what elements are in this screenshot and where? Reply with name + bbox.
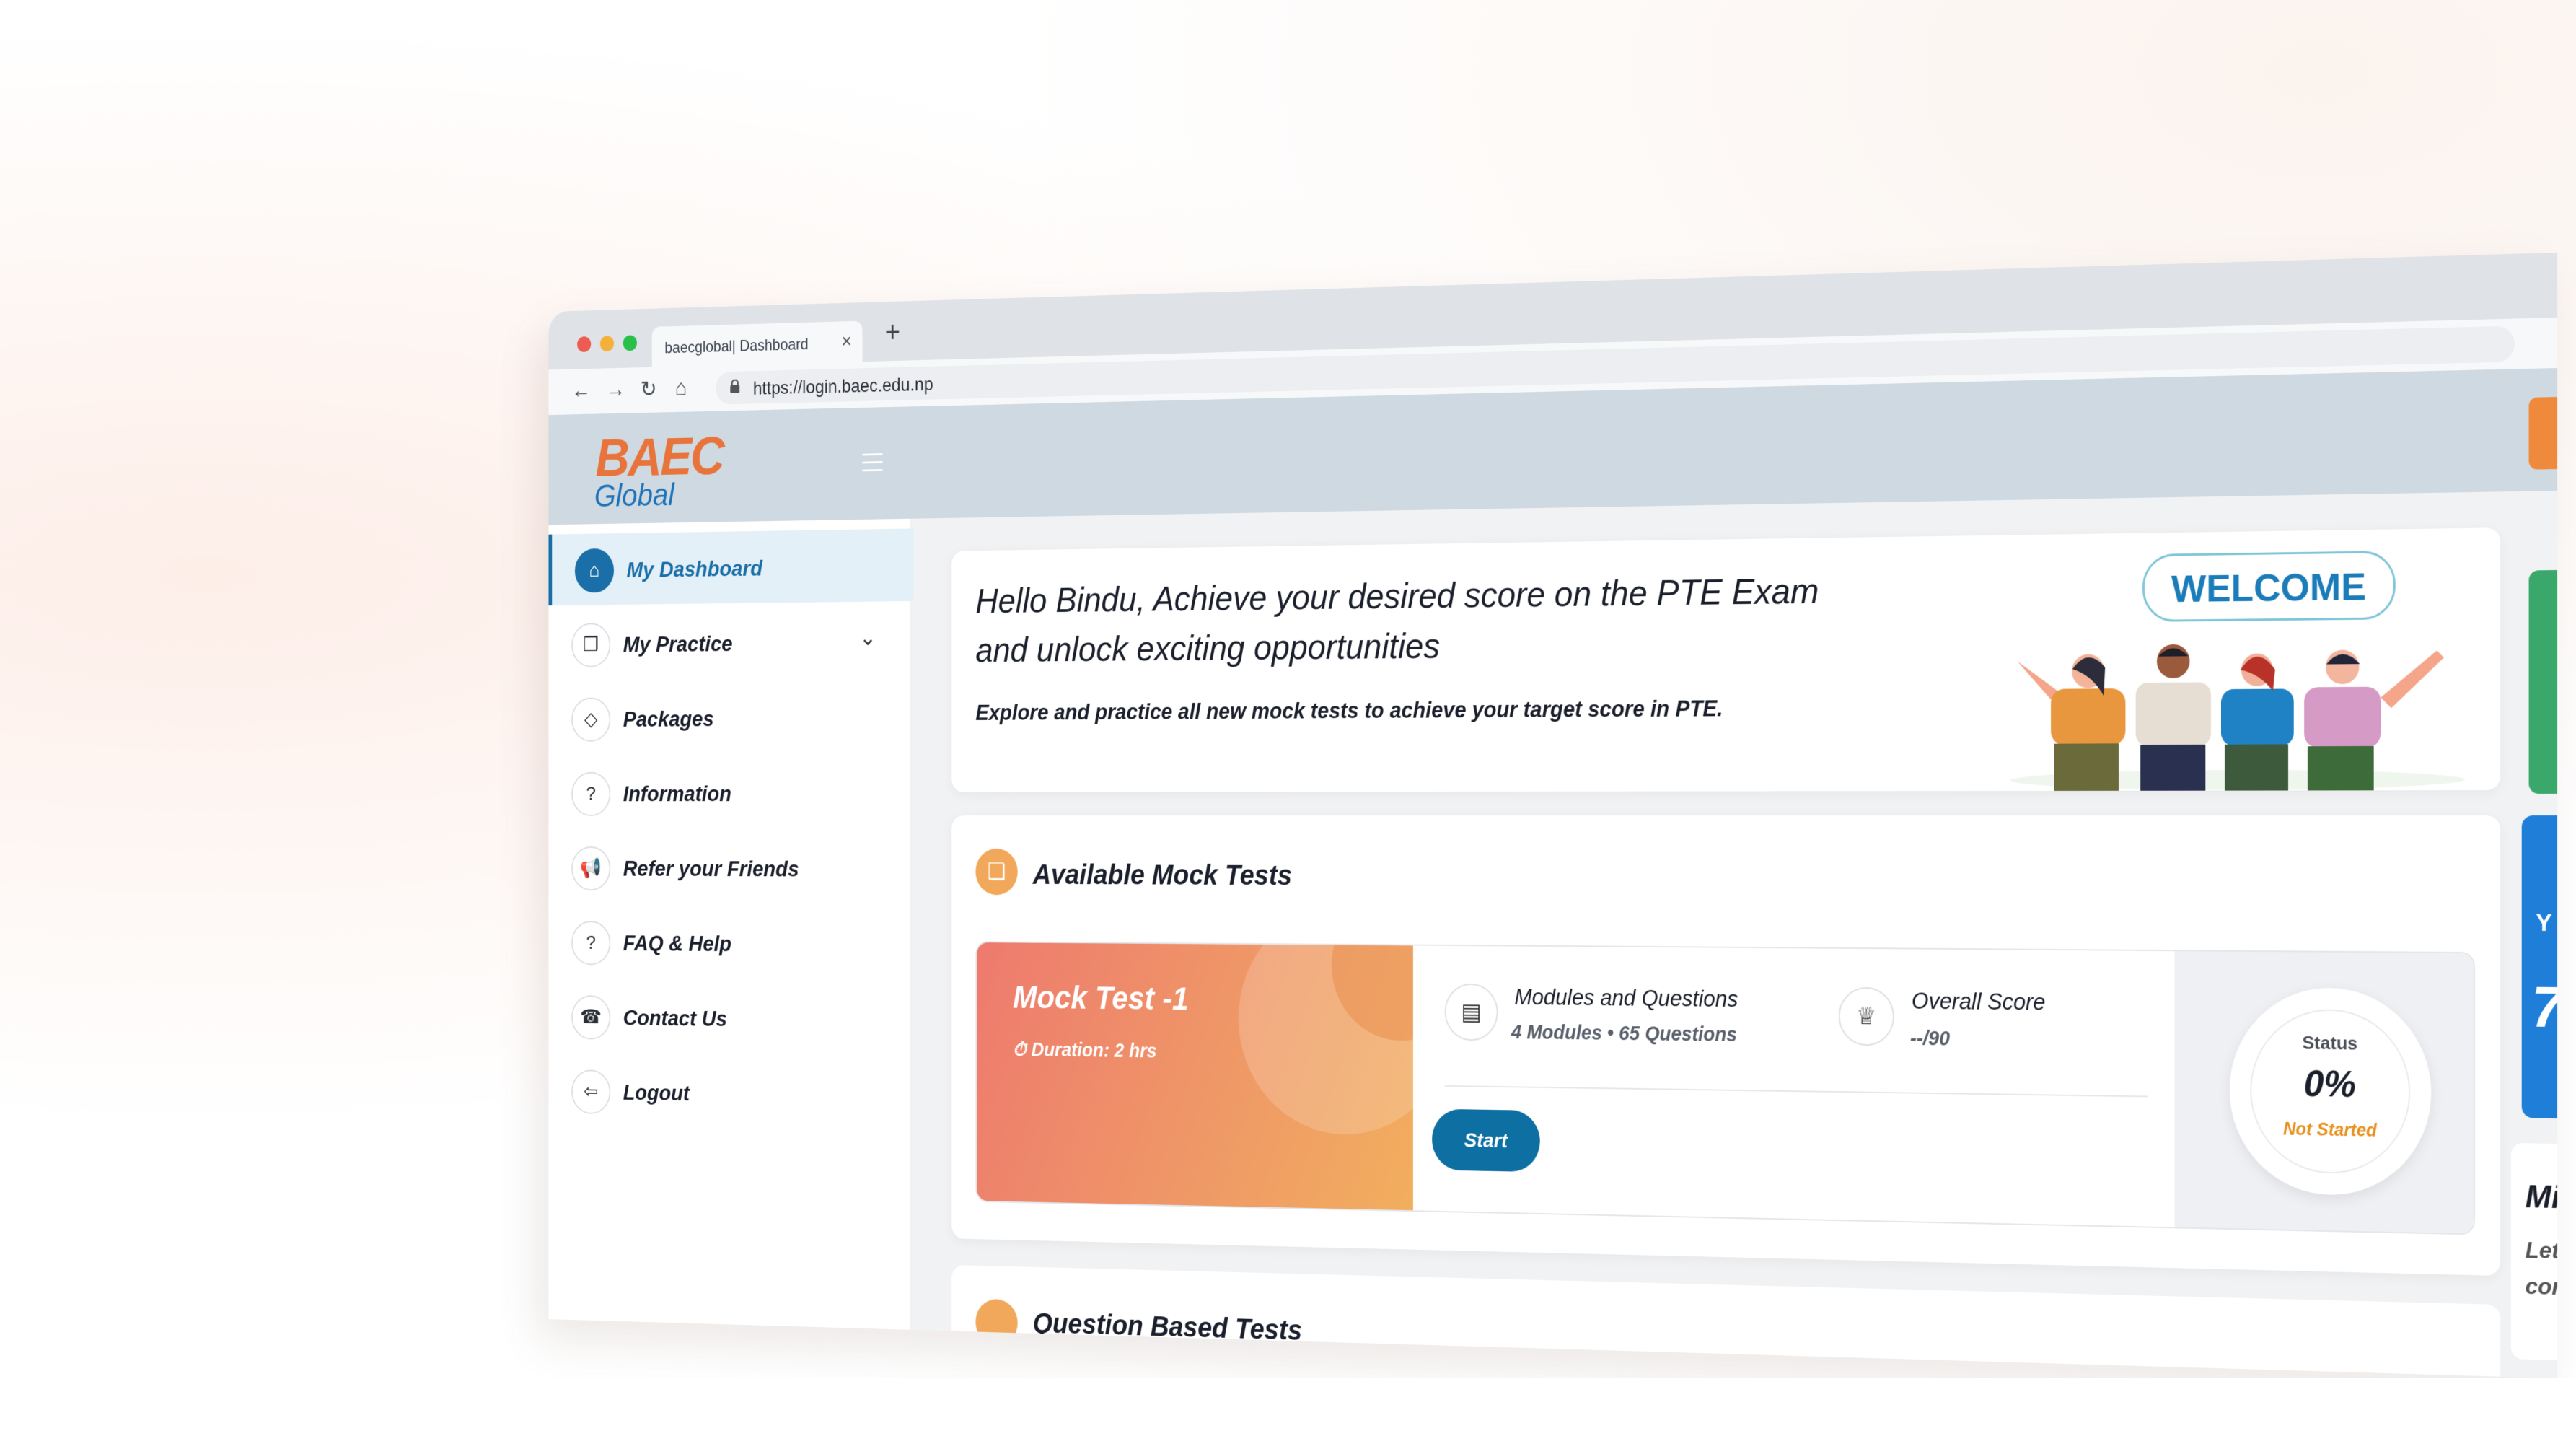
new-tab-button[interactable]: +	[885, 316, 900, 349]
mock-test-name: Mock Test -1	[1013, 979, 1189, 1017]
mock-test-card: Mock Test -1 ⏱ Duration: 2 hrs ▤ Modules…	[975, 941, 2475, 1235]
welcome-bubble-text: WELCOME	[2171, 565, 2366, 610]
clipboard-icon: ▤	[1444, 983, 1498, 1041]
tab-close-icon[interactable]: ×	[841, 330, 851, 353]
back-icon[interactable]: ←	[571, 377, 591, 403]
diamond-icon: ◇	[571, 697, 611, 742]
sidebar-item-label: Contact Us	[623, 1005, 727, 1032]
sidebar-item-faq-help[interactable]: ? FAQ & Help	[548, 906, 910, 980]
home-icon[interactable]: ⌂	[675, 375, 687, 401]
sidebar-item-refer-friends[interactable]: 📢 Refer your Friends	[548, 831, 910, 904]
welcome-banner: Hello Bindu, Achieve your desired score …	[951, 527, 2501, 792]
score-heading: Overall Score	[1911, 987, 2046, 1015]
welcome-title: Hello Bindu, Achieve your desired score …	[975, 571, 1819, 670]
sidebar-item-my-dashboard[interactable]: ⌂ My Dashboard	[548, 528, 914, 606]
sidebar-item-logout[interactable]: ⇦ Logout	[548, 1054, 910, 1132]
sidebar-item-packages[interactable]: ◇ Packages	[548, 680, 910, 754]
header-action-button[interactable]	[2528, 397, 2557, 470]
sidebar-item-information[interactable]: ? Information	[548, 756, 910, 829]
status-area: Status 0% Not Started	[2174, 951, 2474, 1234]
status-percent: 0%	[2303, 1063, 2357, 1106]
sidebar-item-my-practice[interactable]: ❒ My Practice ⌄	[548, 605, 910, 680]
lock-icon	[730, 379, 741, 398]
sidebar-item-label: Logout	[623, 1080, 690, 1106]
sidebar: BAEC Global ⌂ My Dashboard ❒ My Practice…	[548, 406, 914, 1330]
open-book-icon: ❑	[975, 848, 1018, 896]
sidebar-item-label: My Practice	[623, 631, 733, 657]
welcome-people-illustration	[2010, 644, 2466, 791]
status-label: Status	[2302, 1031, 2358, 1054]
logo-global-text: Global	[594, 478, 674, 514]
start-button[interactable]: Start	[1432, 1108, 1540, 1173]
help-chat-icon: ?	[571, 921, 611, 966]
maximize-window-button[interactable]	[623, 335, 637, 351]
close-window-button[interactable]	[577, 336, 592, 353]
logout-icon: ⇦	[571, 1069, 611, 1115]
modules-heading: Modules and Questions	[1514, 984, 1738, 1012]
trophy-icon: ♕	[1838, 986, 1894, 1046]
white-card-line: corre	[2525, 1272, 2557, 1300]
url-text: https://login.baec.edu.np	[752, 373, 933, 399]
blue-card-number: 7	[2531, 974, 2558, 1040]
mock-test-duration: ⏱ Duration: 2 hrs	[1013, 1039, 1156, 1063]
headset-icon: ☎	[571, 995, 611, 1040]
modules-value: 4 Modules • 65 Questions	[1511, 1021, 1737, 1046]
info-chat-icon: ?	[571, 771, 611, 816]
browser-window: baecglobal| Dashboard × + ← → ↻ ⌂ https:…	[548, 253, 2558, 1378]
green-stat-card	[2528, 570, 2557, 794]
white-info-card: Mic Let's corre	[2510, 1142, 2557, 1360]
home-icon: ⌂	[574, 548, 615, 593]
sidebar-item-label: Information	[623, 781, 731, 807]
bottom-fade	[0, 1378, 2576, 1436]
tab-title: baecglobal| Dashboard	[664, 335, 809, 357]
mock-test-header: Mock Test -1 ⏱ Duration: 2 hrs	[977, 942, 1413, 1211]
status-progress-ring: Status 0% Not Started	[2229, 986, 2432, 1197]
logo-area: BAEC Global	[548, 406, 910, 525]
browser-tab[interactable]: baecglobal| Dashboard ×	[651, 320, 863, 367]
sidebar-item-label: Refer your Friends	[623, 856, 799, 882]
blue-stat-card: Y 7	[2521, 815, 2558, 1118]
white-card-heading: Mic	[2525, 1179, 2557, 1216]
minimize-window-button[interactable]	[599, 336, 615, 352]
sidebar-item-label: My Dashboard	[626, 556, 763, 583]
stopwatch-icon: ⏱	[1013, 1038, 1032, 1061]
status-state: Not Started	[2282, 1118, 2377, 1141]
book-icon: ❒	[571, 623, 611, 667]
divider	[1444, 1085, 2148, 1098]
blue-card-label: Y	[2536, 909, 2552, 937]
megaphone-icon: 📢	[571, 846, 611, 891]
welcome-subtitle: Explore and practice all new mock tests …	[975, 695, 1723, 725]
forward-icon[interactable]: →	[606, 377, 625, 403]
mock-tests-title: Available Mock Tests	[1032, 858, 1292, 891]
white-card-line: Let's	[2525, 1237, 2557, 1264]
duration-text: Duration: 2 hrs	[1031, 1039, 1157, 1062]
mock-tests-panel: ❑ Available Mock Tests Mock Test -1 ⏱ Du…	[951, 815, 2501, 1277]
score-value: --/90	[1909, 1027, 1951, 1051]
sidebar-item-label: FAQ & Help	[623, 931, 731, 957]
hamburger-menu-icon[interactable]	[862, 453, 883, 473]
welcome-speech-bubble: WELCOME	[2142, 551, 2396, 622]
sidebar-item-contact-us[interactable]: ☎ Contact Us	[548, 980, 910, 1056]
sidebar-item-label: Packages	[623, 706, 714, 732]
reload-icon[interactable]: ↻	[641, 376, 657, 403]
chevron-down-icon[interactable]: ⌄	[859, 624, 876, 651]
